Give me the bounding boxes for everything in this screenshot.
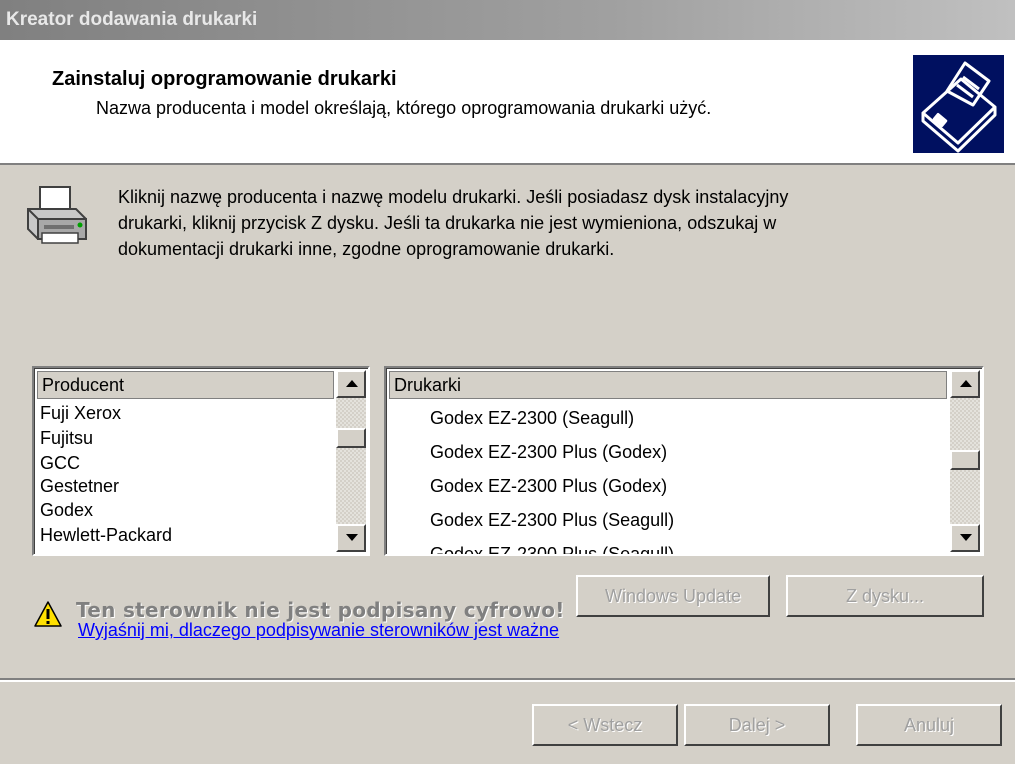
window-title: Kreator dodawania drukarki	[6, 9, 258, 30]
driver-signing-link[interactable]: Wyjaśnij mi, dlaczego podpisywanie stero…	[78, 620, 559, 641]
printer-list[interactable]: Drukarki Godex EZ-2300 (Seagull) Godex E…	[384, 366, 984, 556]
manufacturer-item[interactable]: Fuji Xerox	[40, 403, 121, 424]
cancel-button[interactable]: Anuluj	[856, 704, 1002, 746]
back-button[interactable]: < Wstecz	[532, 704, 678, 746]
scroll-thumb[interactable]	[950, 450, 980, 470]
printer-item[interactable]: Godex EZ-2300 (Seagull)	[430, 408, 634, 429]
printer-scrollbar[interactable]	[950, 370, 980, 552]
have-disk-button[interactable]: Z dysku...	[786, 575, 984, 617]
wizard-header: Zainstaluj oprogramowanie drukarki Nazwa…	[0, 40, 1015, 165]
printer-icon	[24, 185, 90, 247]
title-bar[interactable]: Kreator dodawania drukarki	[0, 0, 1015, 40]
printer-item[interactable]: Godex EZ-2300 Plus (Godex)	[430, 442, 667, 463]
scroll-down-button[interactable]	[336, 524, 366, 552]
scroll-up-button[interactable]	[336, 370, 366, 398]
scroll-thumb[interactable]	[336, 428, 366, 448]
manufacturer-item[interactable]: GCC	[40, 453, 80, 474]
arrow-down-icon	[960, 534, 972, 541]
manufacturer-list[interactable]: Producent Fuji Xerox Fujitsu GCC Gestetn…	[32, 366, 370, 556]
unsigned-driver-warning: Ten sterownik nie jest podpisany cyfrowo…	[76, 598, 565, 622]
arrow-up-icon	[346, 380, 358, 387]
manufacturer-item[interactable]: Fujitsu	[40, 428, 93, 449]
instructions-line: Kliknij nazwę producenta i nazwę modelu …	[118, 187, 789, 207]
warning-icon	[34, 601, 62, 627]
scroll-down-button[interactable]	[950, 524, 980, 552]
manufacturer-item[interactable]: Hewlett-Packard	[40, 525, 172, 546]
header-subtitle: Nazwa producenta i model określają, któr…	[96, 98, 712, 118]
printer-item[interactable]: Godex EZ-2300 Plus (Seagull)	[430, 510, 674, 531]
instructions-line: drukarki, kliknij przycisk Z dysku. Jeśl…	[118, 213, 777, 233]
manufacturer-item[interactable]: Godex	[40, 500, 93, 521]
instructions: Kliknij nazwę producenta i nazwę modelu …	[118, 184, 958, 262]
header-title: Zainstaluj oprogramowanie drukarki	[52, 68, 397, 90]
printer-wizard-icon	[913, 55, 1004, 153]
next-button[interactable]: Dalej >	[684, 704, 830, 746]
arrow-down-icon	[346, 534, 358, 541]
printer-item[interactable]: Godex EZ-2300 Plus (Godex)	[430, 476, 667, 497]
manufacturer-list-header[interactable]: Producent	[37, 371, 334, 399]
printer-item[interactable]: Godex EZ-2300 Plus (Seagull)	[430, 544, 674, 554]
windows-update-button[interactable]: Windows Update	[576, 575, 770, 617]
manufacturer-scrollbar[interactable]	[336, 370, 366, 552]
arrow-up-icon	[960, 380, 972, 387]
footer-divider	[0, 678, 1015, 682]
printer-list-header[interactable]: Drukarki	[389, 371, 947, 399]
scroll-up-button[interactable]	[950, 370, 980, 398]
manufacturer-item[interactable]: Gestetner	[40, 476, 119, 497]
instructions-line: dokumentacji drukarki inne, zgodne oprog…	[118, 239, 615, 259]
